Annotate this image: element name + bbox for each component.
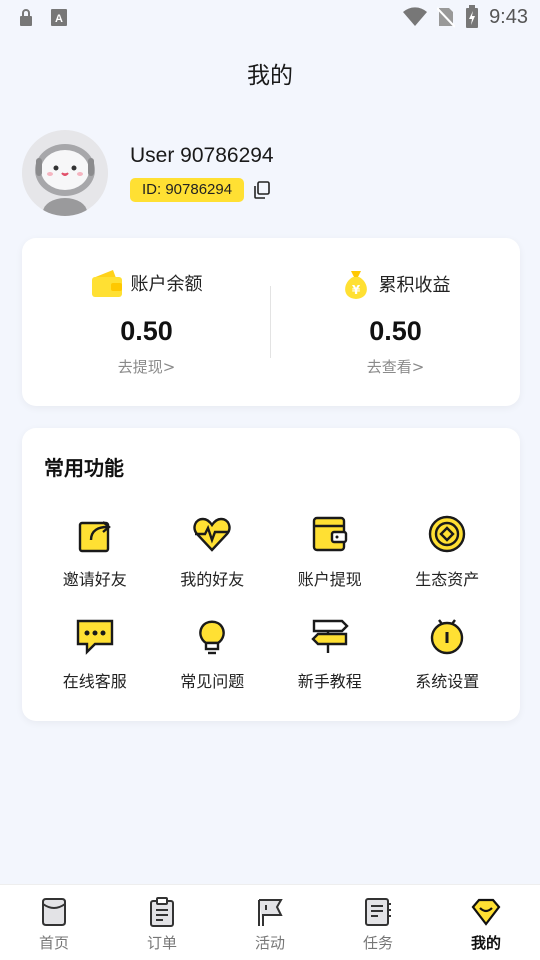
wallet-icon [312, 516, 347, 552]
coin-target-icon [429, 515, 466, 553]
online-service-label: 在线客服 [62, 672, 127, 691]
profile-gem-icon [471, 898, 501, 926]
earnings-label: 累积收益 [378, 275, 451, 296]
my-friends-item[interactable]: 我的好友 [154, 514, 272, 592]
status-bar: A 9:43 [0, 0, 540, 36]
nav-activity[interactable]: 活动 [216, 885, 324, 960]
nav-orders-label: 订单 [146, 934, 177, 952]
account-balance-value: 0.50 [120, 316, 173, 346]
svg-text:A: A [55, 13, 63, 25]
functions-grid: 邀请好友 我的好友 账户提现 生态资产 在线客服 常见问题 新手教程 系统设置 [36, 514, 506, 694]
faq-item[interactable]: 常见问题 [154, 616, 272, 694]
earnings-value: 0.50 [369, 316, 422, 346]
home-icon [42, 898, 66, 926]
balance-card: 账户余额 0.50 去提现> ¥ 累积收益 0.50 去查看> [22, 238, 520, 406]
nav-home-label: 首页 [38, 934, 69, 952]
page-title: 我的 [247, 63, 293, 89]
tutorial-label: 新手教程 [297, 672, 362, 691]
view-earnings-link[interactable]: 去查看> [271, 356, 520, 377]
nav-tasks[interactable]: 任务 [324, 885, 432, 960]
earnings-section[interactable]: ¥ 累积收益 0.50 去查看> [271, 238, 520, 406]
signpost-icon [311, 619, 349, 653]
robot-avatar-icon [22, 130, 108, 216]
faq-label: 常见问题 [180, 672, 245, 691]
chat-icon [76, 619, 113, 655]
keyboard-a-icon: A [51, 9, 67, 26]
lock-icon [20, 9, 32, 26]
withdraw-link[interactable]: 去提现> [22, 356, 271, 377]
eco-assets-item[interactable]: 生态资产 [389, 514, 507, 592]
account-withdraw-label: 账户提现 [297, 570, 362, 589]
settings-label: 系统设置 [415, 672, 480, 691]
nav-activity-label: 活动 [254, 934, 285, 952]
account-withdraw-item[interactable]: 账户提现 [271, 514, 389, 592]
money-bag-icon: ¥ [344, 271, 367, 299]
status-time: 9:43 [489, 5, 528, 28]
account-balance-section[interactable]: 账户余额 0.50 去提现> [22, 238, 271, 406]
wifi-icon [403, 7, 428, 27]
account-balance-label: 账户余额 [130, 274, 203, 295]
functions-title: 常用功能 [44, 456, 124, 480]
lightbulb-icon [199, 620, 226, 655]
nav-home[interactable]: 首页 [0, 885, 108, 960]
flag-icon [258, 899, 283, 926]
functions-card: 常用功能 邀请好友 我的好友 账户提现 生态资产 在线客服 常见问题 新手教程 … [22, 428, 520, 721]
wallet-icon [91, 270, 122, 297]
heart-pulse-icon [193, 517, 231, 552]
task-icon [365, 898, 391, 926]
nav-mine-label: 我的 [470, 934, 501, 952]
tutorial-item[interactable]: 新手教程 [271, 616, 389, 694]
share-icon [78, 521, 111, 553]
nav-tasks-label: 任务 [362, 934, 393, 952]
my-friends-label: 我的好友 [180, 570, 245, 589]
order-icon [150, 897, 174, 927]
username: User 90786294 [130, 144, 274, 167]
battery-icon [466, 5, 479, 28]
settings-icon [431, 619, 464, 655]
online-service-item[interactable]: 在线客服 [36, 616, 154, 694]
nav-mine[interactable]: 我的 [432, 885, 540, 960]
avatar[interactable] [22, 130, 108, 216]
svg-text:¥: ¥ [351, 283, 360, 297]
invite-friends-label: 邀请好友 [62, 570, 127, 589]
user-id-badge: ID: 90786294 [130, 178, 245, 202]
no-sim-icon [437, 7, 456, 28]
invite-friends-item[interactable]: 邀请好友 [36, 514, 154, 592]
nav-orders[interactable]: 订单 [108, 885, 216, 960]
eco-assets-label: 生态资产 [415, 570, 480, 589]
settings-item[interactable]: 系统设置 [389, 616, 507, 694]
bottom-nav: 首页 订单 活动 任务 我的 [0, 884, 540, 960]
copy-icon[interactable] [252, 180, 272, 200]
